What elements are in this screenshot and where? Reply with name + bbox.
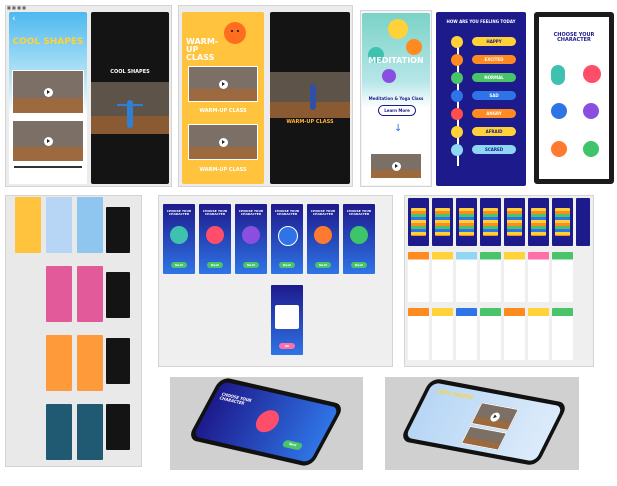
orange-character <box>224 22 246 44</box>
character-flower <box>251 408 284 435</box>
screen-title: MEDITATION <box>368 56 424 65</box>
next-button[interactable]: Next <box>243 262 259 268</box>
video-thumbnail[interactable] <box>12 70 84 114</box>
play-icon[interactable] <box>43 87 53 97</box>
play-icon[interactable] <box>218 137 228 147</box>
mood-angry[interactable]: ANGRY <box>472 109 516 118</box>
choose-screen-6[interactable]: CHOOSE YOUR CHARACTER Next <box>343 204 375 274</box>
character-green[interactable] <box>583 141 599 157</box>
dialog-card <box>275 305 299 329</box>
character-teal[interactable] <box>551 65 565 85</box>
screen-subtitle: Meditation & Yoga Class <box>368 96 424 101</box>
video-thumbnail[interactable] <box>461 425 508 451</box>
mood-normal[interactable]: NORMAL <box>472 73 516 82</box>
back-arrow-icon[interactable]: ‹ <box>12 14 16 24</box>
character-purple[interactable] <box>583 103 599 119</box>
warm-up-class-screen[interactable]: WARM-UP CLASS WARM-UP CLASS WARM-UP CLAS… <box>182 12 264 184</box>
screen-title: HOW ARE YOU FEELING TODAY <box>446 19 516 24</box>
mood-happy[interactable]: HAPPY <box>472 37 516 46</box>
character-flower[interactable] <box>583 65 601 83</box>
video-thumbnail[interactable] <box>188 66 258 102</box>
learn-more-button[interactable]: Learn More <box>378 105 416 116</box>
next-button[interactable]: Next <box>279 262 295 268</box>
video-thumbnail[interactable] <box>188 124 258 160</box>
dialog-screen[interactable]: OK <box>271 285 303 355</box>
video-caption: COOL SHAPES <box>110 69 150 75</box>
choose-screen-4[interactable]: CHOOSE YOUR CHARACTER Next <box>271 204 303 274</box>
screen-title: WARM-UP CLASS <box>186 37 219 62</box>
video-thumbnail[interactable] <box>12 120 84 162</box>
choose-screen-1[interactable]: CHOOSE YOUR CHARACTER Next <box>163 204 195 274</box>
artboard-label: ■ ■ ■ ■ <box>7 5 26 10</box>
video-thumbnail[interactable] <box>370 153 422 179</box>
mood-excited[interactable]: EXCITED <box>472 55 516 64</box>
cool-shapes-screen[interactable]: ‹ COOL SHAPES <box>9 12 87 184</box>
video-caption: WARM-UP CLASS <box>199 167 247 173</box>
mood-afraid[interactable]: AFRAID <box>472 127 516 136</box>
choose-character-screen[interactable]: CHOOSE YOUR CHARACTER <box>534 12 614 184</box>
next-button[interactable]: Next <box>171 262 187 268</box>
choose-screen-2[interactable]: CHOOSE YOUR CHARACTER Next <box>199 204 231 274</box>
mood-sad[interactable]: SAD <box>472 91 516 100</box>
play-icon[interactable] <box>391 161 401 171</box>
warm-up-video-screen[interactable]: WARM-UP CLASS <box>270 12 350 184</box>
arrow-down-icon: ↓ <box>394 123 403 134</box>
video-player-screen[interactable]: COOL SHAPES <box>91 12 169 184</box>
video-frame[interactable] <box>270 72 350 118</box>
character-orange[interactable] <box>551 141 567 157</box>
screen-title: COOL SHAPES <box>12 37 84 47</box>
feelings-screen[interactable]: HOW ARE YOU FEELING TODAY HAPPY EXCITED … <box>436 12 526 186</box>
play-icon[interactable] <box>218 79 228 89</box>
choose-screen-5[interactable]: CHOOSE YOUR CHARACTER Next <box>307 204 339 274</box>
mood-scared[interactable]: SCARED <box>472 145 516 154</box>
next-button[interactable]: Next <box>281 439 304 451</box>
meditation-screen[interactable]: MEDITATION Meditation & Yoga Class Learn… <box>362 13 430 185</box>
next-button[interactable]: Next <box>207 262 223 268</box>
video-caption: WARM-UP CLASS <box>199 108 247 114</box>
progress-bar[interactable] <box>14 166 82 168</box>
play-icon[interactable] <box>43 136 53 146</box>
next-button[interactable]: Next <box>351 262 367 268</box>
character-blue[interactable] <box>551 103 567 119</box>
next-button[interactable]: Next <box>315 262 331 268</box>
ok-button[interactable]: OK <box>279 343 295 349</box>
video-frame[interactable] <box>91 82 169 134</box>
screen-title: CHOOSE YOUR CHARACTER <box>553 32 595 43</box>
choose-screen-3[interactable]: CHOOSE YOUR CHARACTER Next <box>235 204 267 274</box>
video-caption: WARM-UP CLASS <box>286 119 334 125</box>
